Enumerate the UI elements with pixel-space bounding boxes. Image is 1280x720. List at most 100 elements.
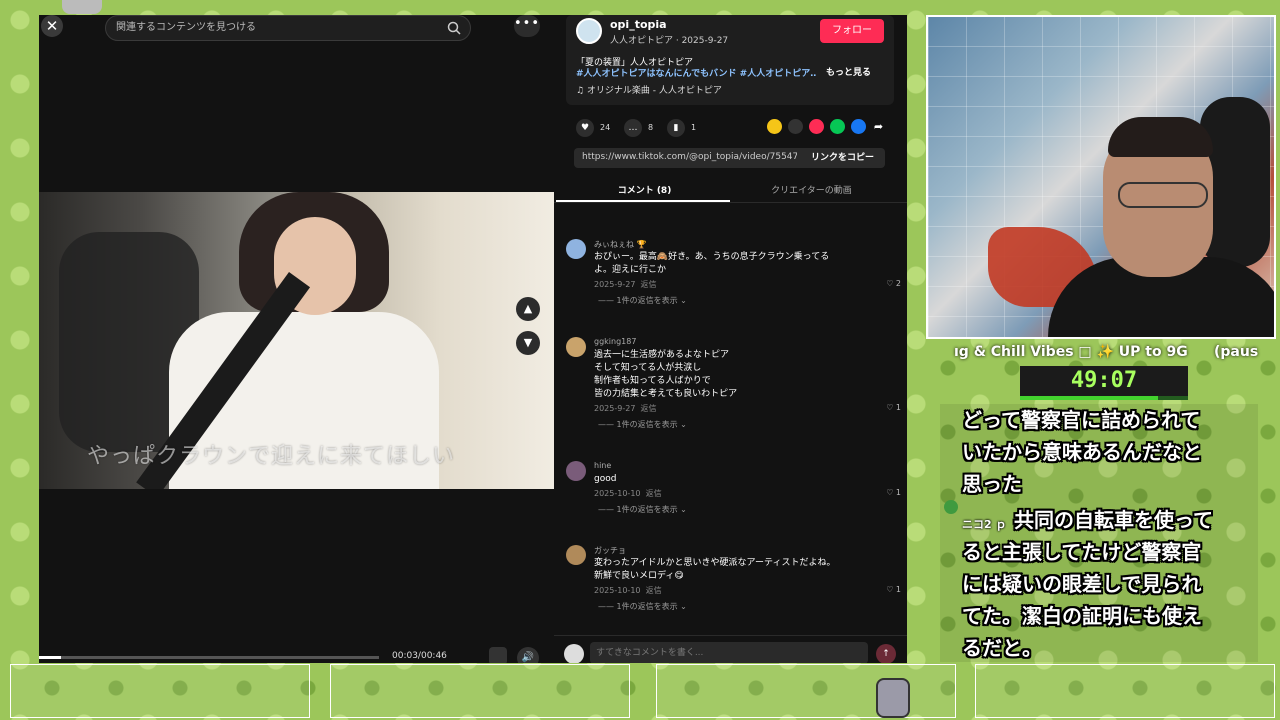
commenter-avatar[interactable]: [566, 337, 586, 357]
search-input[interactable]: 関連するコンテンツを見つける: [105, 15, 471, 41]
close-button[interactable]: ✕: [41, 15, 63, 37]
comment-like-count: 1: [895, 585, 901, 594]
view-replies-button[interactable]: —— 1件の返信を表示 ⌄: [598, 295, 687, 306]
comment-text: おぴぃー。最高🙈好き。あ、うちの息子クラウン乗ってる よ。迎えに行こか: [594, 252, 830, 275]
comment-like-button[interactable]: ♡ 2: [886, 279, 901, 288]
comment-date: 2025-9-27: [594, 404, 636, 413]
comment-text: 過去一に生活感があるよなトピア そして知ってる人が共涙し 制作者も知ってる人ばか…: [594, 350, 738, 399]
tab-comments[interactable]: コメント (8): [562, 181, 727, 201]
copy-link-button[interactable]: リンクをコピー: [800, 148, 885, 168]
user-avatar: [564, 644, 584, 663]
bottom-panel: [975, 664, 1275, 718]
commenter-avatar[interactable]: [566, 461, 586, 481]
webcam-feed: [926, 15, 1276, 339]
reply-button[interactable]: 返信: [641, 404, 657, 413]
comment-date: 2025-10-10: [594, 489, 641, 498]
share-link-box: https://www.tiktok.com/@opi_topia/video/…: [574, 148, 885, 168]
streamer-hair: [1108, 117, 1213, 157]
chat-user-badge-icon: [944, 500, 958, 514]
video-time: 00:03/00:46: [392, 651, 447, 661]
bottom-panel: [656, 664, 956, 718]
tiktok-window: ✕ 関連するコンテンツを見つける ••• やっぱクラウンで迎えに来てほしい ▲ …: [39, 15, 907, 663]
view-replies-button[interactable]: —— 1件の返信を表示 ⌄: [598, 419, 687, 430]
search-placeholder: 関連するコンテンツを見つける: [116, 22, 256, 33]
commenter-avatar[interactable]: [566, 239, 586, 259]
embed-icon[interactable]: [788, 119, 803, 134]
video-progress-bar[interactable]: [39, 656, 379, 659]
commenter-name[interactable]: hine: [594, 461, 611, 470]
reply-button[interactable]: 返信: [646, 489, 662, 498]
view-replies-label: 1件の返信を表示: [616, 420, 678, 429]
comment-count: 8: [648, 123, 654, 132]
comment-like-count: 1: [895, 403, 901, 412]
view-replies-button[interactable]: —— 1件の返信を表示 ⌄: [598, 601, 687, 612]
view-replies-button[interactable]: —— 1件の返信を表示 ⌄: [598, 504, 687, 515]
hashtags[interactable]: #人人オピトピアはなんにんでもバンド #人人オピトピア…: [576, 66, 816, 79]
line-share-icon[interactable]: [830, 119, 845, 134]
follow-button[interactable]: フォロー: [820, 19, 884, 43]
send-icon[interactable]: [809, 119, 824, 134]
commenter-avatar[interactable]: [566, 545, 586, 565]
comment-meta: 2025-9-27 返信: [594, 279, 657, 290]
share-arrow-icon[interactable]: ➦: [871, 119, 886, 134]
video-pane: ✕ 関連するコンテンツを見つける ••• やっぱクラウンで迎えに来てほしい ▲ …: [39, 15, 554, 663]
view-replies-label: 1件の返信を表示: [616, 296, 678, 305]
commenter-name[interactable]: みぃねぇね 🏆: [594, 239, 647, 250]
video-player[interactable]: やっぱクラウンで迎えに来てほしい: [39, 192, 554, 489]
bottom-panel: [10, 664, 310, 718]
comment-meta: 2025-10-10 返信: [594, 585, 662, 596]
mascot-sprite: [62, 0, 102, 14]
comment-date: 2025-10-10: [594, 586, 641, 595]
bookmark-icon: ▮: [667, 119, 685, 137]
author-avatar[interactable]: [576, 18, 602, 44]
like-button[interactable]: ♥ 24: [576, 119, 610, 137]
bottom-panel: [330, 664, 630, 718]
comment-icon: …: [624, 119, 642, 137]
comment-like-button[interactable]: ♡ 1: [886, 403, 901, 412]
chevron-down-icon: ▼: [523, 336, 533, 349]
heart-icon: ♥: [576, 119, 594, 137]
share-link-url[interactable]: https://www.tiktok.com/@opi_topia/video/…: [582, 152, 797, 162]
tab-creator-videos[interactable]: クリエイターの動画: [729, 181, 894, 201]
chat-message: 共同の自転車を使って ると主張してたけど警察官 には疑いの眼差しで見られ てた。…: [962, 508, 1213, 660]
video-progress-fill: [39, 656, 62, 659]
comment-input[interactable]: すてきなコメントを書く...: [590, 642, 868, 663]
ticker-paused-label: (paus: [1214, 344, 1259, 360]
timer-progress-bar: [1020, 396, 1188, 400]
music-link[interactable]: ♫ オリジナル楽曲 - 人人オピトピア: [576, 83, 722, 96]
commenter-name[interactable]: ggking187: [594, 337, 636, 346]
author-name[interactable]: opi_topia: [610, 18, 667, 31]
comment-composer: すてきなコメントを書く... ↑: [554, 635, 907, 663]
reply-button[interactable]: 返信: [641, 280, 657, 289]
comment-like-button[interactable]: ♡ 1: [886, 488, 901, 497]
comment-item: みぃねぇね 🏆 おぴぃー。最高🙈好き。あ、うちの息子クラウン乗ってる よ。迎えに行…: [566, 239, 901, 321]
comment-like-count: 1: [895, 488, 901, 497]
comment-meta: 2025-10-10 返信: [594, 488, 662, 499]
comment-meta: 2025-9-27 返信: [594, 403, 657, 414]
previous-video-button[interactable]: ▲: [516, 297, 540, 321]
comment-like-button[interactable]: ♡ 1: [886, 585, 901, 594]
facebook-share-icon[interactable]: [851, 119, 866, 134]
comment-item: ガッチョ変わったアイドルかと思いきや硬派なアーティストだよね。 新鮮で良いメロデ…: [566, 545, 901, 627]
share-friends-icon[interactable]: [767, 119, 782, 134]
stream-title-ticker: ıg & Chill Vibes □ ✨ UP to 9G: [954, 344, 1188, 360]
comment-text: 変わったアイドルかと思いきや硬派なアーティストだよね。 新鮮で良いメロディ😋: [594, 558, 836, 581]
see-more-link[interactable]: もっと見る: [826, 65, 871, 78]
send-comment-button[interactable]: ↑: [876, 644, 896, 663]
more-options-button[interactable]: •••: [514, 15, 540, 37]
volume-icon[interactable]: 🔊: [517, 647, 539, 663]
stream-timer: 49:07: [1020, 366, 1188, 400]
chat-message: どって警察官に詰められて いたから意味あるんだなと 思った: [962, 408, 1202, 496]
timer-progress-fill: [1020, 396, 1158, 400]
search-icon[interactable]: [446, 20, 462, 36]
commenter-name[interactable]: ガッチョ: [594, 545, 626, 556]
save-button[interactable]: ▮ 1: [667, 119, 696, 137]
reply-button[interactable]: 返信: [646, 586, 662, 595]
comment-date: 2025-9-27: [594, 280, 636, 289]
info-pane: opi_topia 人人オピトピア · 2025-9-27 フォロー 「夏の装置…: [554, 15, 907, 663]
like-count: 24: [600, 123, 611, 132]
comment-button[interactable]: … 8: [624, 119, 653, 137]
chat-overlay: どって警察官に詰められて いたから意味あるんだなと 思った ニコ2 ｐ 共同の自…: [940, 404, 1258, 662]
next-video-button[interactable]: ▼: [516, 331, 540, 355]
picture-in-picture-icon[interactable]: [489, 647, 507, 663]
